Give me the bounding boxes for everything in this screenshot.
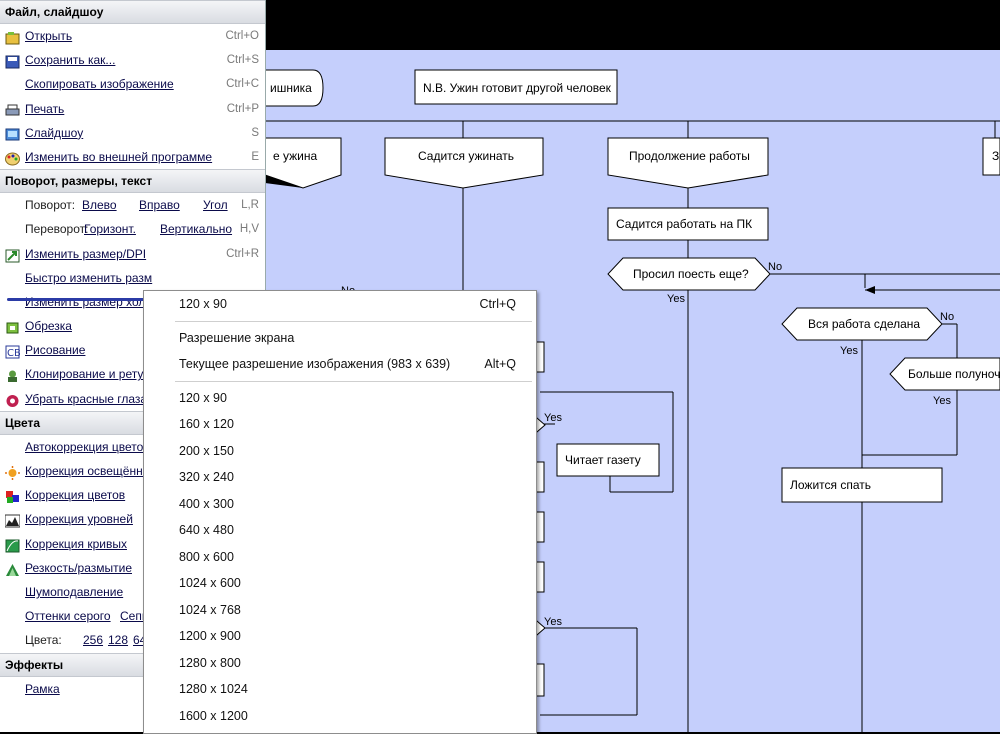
levels-icon	[4, 512, 21, 528]
submenu-screen-resolution[interactable]: Разрешение экрана	[144, 325, 536, 352]
submenu-size-item[interactable]: 800 x 600	[144, 544, 536, 571]
submenu-size-item[interactable]: 1024 x 600	[144, 570, 536, 597]
fc-newspaper: Читает газету	[565, 453, 641, 467]
submenu-size-item[interactable]: 200 x 150	[144, 438, 536, 465]
fc-all-done: Вся работа сделана	[808, 317, 920, 331]
fc-col1: е ужина	[273, 149, 318, 163]
submenu-size-item[interactable]: 1280 x 1024	[144, 676, 536, 703]
fc-done-yes: Yes	[840, 345, 858, 357]
rotate-left-link[interactable]: Влево	[82, 193, 117, 217]
fc-lower-yes: Yes	[544, 616, 562, 628]
curves-icon	[5, 537, 20, 553]
fc-pc: Садится работать на ПК	[616, 217, 752, 231]
fc-midnight-yes: Yes	[933, 395, 951, 407]
colors-256-link[interactable]: 256	[83, 628, 103, 652]
rotate-right-link[interactable]: Вправо	[139, 193, 180, 217]
fc-note: N.B. Ужин готовит другой человек	[423, 81, 612, 95]
menu-quick-resize[interactable]: Быстро изменить разм	[0, 266, 265, 290]
save-icon	[5, 53, 20, 69]
flip-vertical-link[interactable]: Вертикально	[160, 217, 232, 241]
menu-save-as[interactable]: Сохранить как... Ctrl+S	[0, 48, 265, 72]
submenu-size-item[interactable]: 1280 x 800	[144, 650, 536, 677]
flip-row: Переворот: Горизонт. Вертикально H,V	[0, 217, 265, 241]
submenu-size-list: 120 x 90 160 x 120 200 x 150 320 x 240 400 x…	[144, 385, 536, 730]
fc-ask: Просил поесть еще?	[633, 267, 749, 281]
submenu-size-item[interactable]: 1200 x 900	[144, 623, 536, 650]
svg-text:CB: CB	[7, 348, 20, 359]
menu-slideshow[interactable]: Слайдшоу S	[0, 121, 265, 145]
sharpen-icon	[5, 561, 20, 576]
menu-print[interactable]: Печать Ctrl+P	[0, 97, 265, 121]
sun-icon	[5, 464, 20, 480]
slideshow-icon	[5, 126, 20, 141]
fc-ask-yes: Yes	[667, 293, 685, 305]
printer-icon	[5, 102, 20, 116]
rotate-row: Поворот: Влево Вправо Угол L,R	[0, 193, 265, 217]
submenu-size-item[interactable]: 400 x 300	[144, 491, 536, 518]
submenu-size-item[interactable]: 1600 x 1200	[144, 703, 536, 730]
submenu-separator	[175, 380, 532, 382]
submenu-size-item[interactable]: 120 x 90	[144, 385, 536, 412]
submenu-current-resolution[interactable]: Текущее разрешение изображения (983 x 63…	[144, 351, 536, 378]
quick-resize-submenu: 120 x 90 Ctrl+Q Разрешение экрана Текуще…	[143, 290, 537, 734]
color-squares-icon	[5, 488, 20, 504]
section-file-title: Файл, слайдшоу	[0, 0, 265, 24]
section-transform-title: Поворот, размеры, текст	[0, 169, 265, 194]
resize-icon	[5, 247, 20, 262]
open-folder-icon	[5, 29, 20, 45]
fc-sleep: Ложится спать	[790, 478, 871, 492]
fc-done-no: No	[940, 311, 954, 323]
fc-col2: Садится ужинать	[418, 149, 514, 163]
menu-copy-image[interactable]: Скопировать изображение Ctrl+C	[0, 72, 265, 96]
flip-horizontal-link[interactable]: Горизонт.	[84, 217, 136, 241]
section-file: Открыть Ctrl+O Сохранить как... Ctrl+S С…	[0, 24, 265, 169]
draw-icon: CB	[5, 343, 21, 359]
menu-resize-dpi[interactable]: Изменить размер/DPI Ctrl+R	[0, 242, 265, 266]
fc-top-left: ишника	[270, 81, 312, 95]
rotate-angle-link[interactable]: Угол	[203, 193, 228, 217]
hover-underline	[7, 298, 155, 301]
clone-icon	[5, 367, 20, 383]
fc-col3: Продолжение работы	[629, 149, 750, 163]
submenu-separator	[175, 320, 532, 322]
colors-128-link[interactable]: 128	[108, 628, 128, 652]
submenu-size-item[interactable]: 640 x 480	[144, 517, 536, 544]
menu-external-edit[interactable]: Изменить во внешней программе E	[0, 145, 265, 169]
submenu-size-item[interactable]: 160 x 120	[144, 411, 536, 438]
crop-icon	[5, 319, 20, 334]
menu-open[interactable]: Открыть Ctrl+O	[0, 24, 265, 48]
fc-paper-yes: Yes	[544, 412, 562, 424]
red-eye-icon	[5, 392, 20, 407]
fc-midnight: Больше полуночи	[908, 367, 1000, 381]
submenu-item-top[interactable]: 120 x 90 Ctrl+Q	[144, 291, 536, 318]
submenu-size-item[interactable]: 320 x 240	[144, 464, 536, 491]
palette-icon	[5, 150, 20, 166]
fc-col4: З	[992, 149, 999, 163]
grayscale-link[interactable]: Оттенки серого	[25, 609, 111, 623]
submenu-size-item[interactable]: 1024 x 768	[144, 597, 536, 624]
fc-ask-no: No	[768, 261, 782, 273]
